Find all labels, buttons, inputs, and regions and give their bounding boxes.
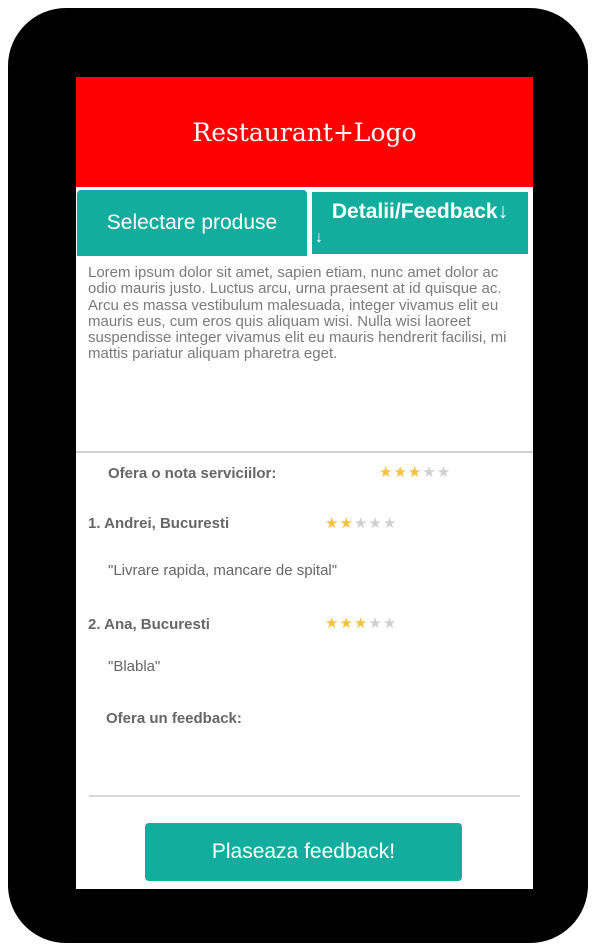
star-icon-1[interactable]: ★ [379,464,393,481]
star-icon-5[interactable]: ★ [437,464,451,481]
star-icon-3[interactable]: ★ [408,464,422,481]
divider [76,451,533,453]
review-rating-2: ★★★★★ [325,614,397,632]
star-icon-2[interactable]: ★ [393,464,407,481]
feedback-input[interactable] [89,733,520,791]
star-icon: ★ [382,615,398,632]
tab-detalii-feedback-label: Detalii/Feedback↓ [331,200,509,223]
review-quote-1: "Livrare rapida, mancare de spital" [108,562,338,579]
star-icon: ★ [368,515,383,532]
star-icon: ★ [368,615,383,632]
rating-input-stars[interactable]: ★★★★★ [379,463,451,481]
rating-prompt-label: Ofera o nota serviciilor: [108,465,277,482]
tab-selectare-produse[interactable]: Selectare produse [77,190,307,256]
review-author-2: 2. Ana, Bucuresti [88,616,210,633]
star-icon: ★ [325,615,340,632]
submit-feedback-button[interactable]: Plaseaza feedback! [145,823,462,881]
feedback-label: Ofera un feedback: [106,710,242,727]
submit-feedback-label: Plaseaza feedback! [211,840,396,863]
review-rating-1: ★★★★★ [325,514,397,532]
phone-screen: Restaurant+Logo Selectare produse Detali… [76,77,533,889]
restaurant-description: Lorem ipsum dolor sit amet, sapien etiam… [88,264,507,363]
star-icon: ★ [353,515,369,532]
star-icon: ★ [382,515,398,532]
tab-detalii-feedback[interactable]: Detalii/Feedback↓ ↓ [310,190,530,256]
star-icon: ★ [353,615,369,632]
review-quote-2: "Blabla" [108,658,161,675]
down-arrow-icon: ↓ [315,229,323,246]
tab-selectare-produse-label: Selectare produse [106,211,278,234]
app-header: Restaurant+Logo [76,77,533,187]
restaurant-logo-title: Restaurant+Logo [192,117,417,147]
star-icon: ★ [339,515,354,532]
star-icon-4[interactable]: ★ [422,464,436,481]
divider [89,795,520,797]
star-icon: ★ [339,615,354,632]
star-icon: ★ [325,515,340,532]
review-author-1: 1. Andrei, Bucuresti [88,515,230,532]
